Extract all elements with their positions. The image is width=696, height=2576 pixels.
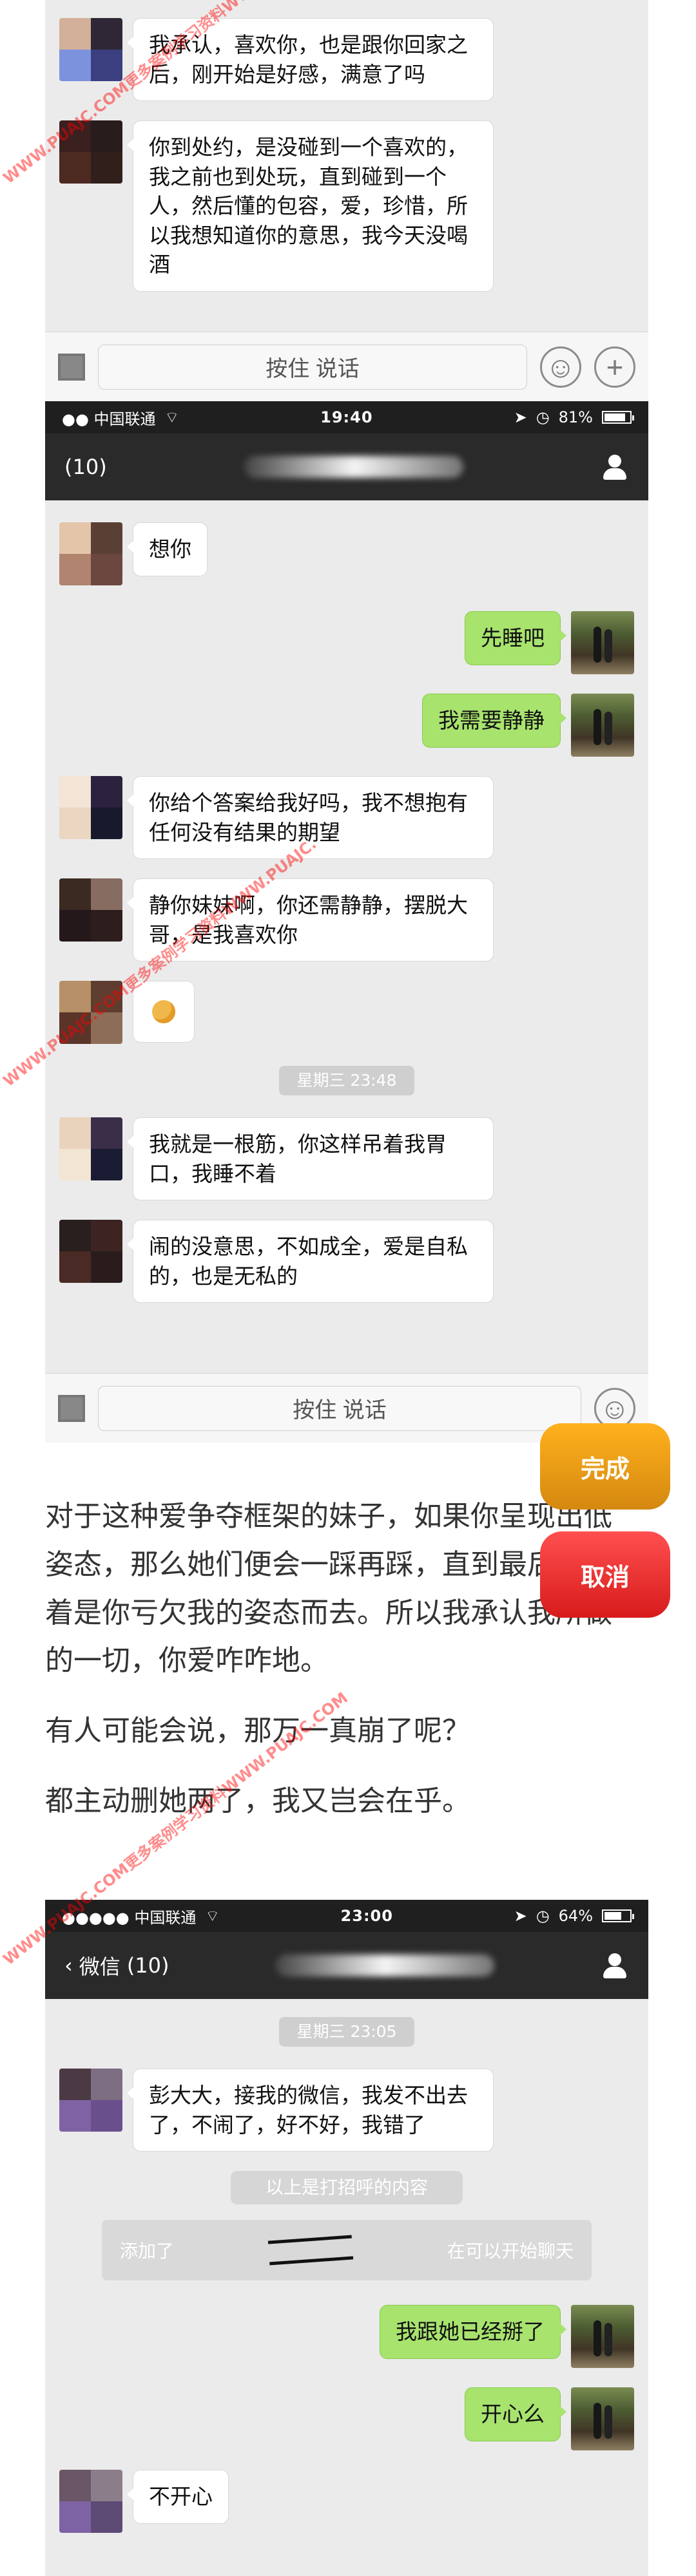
avatar xyxy=(59,522,122,585)
system-status: ➤ ◷ 81% xyxy=(514,408,634,426)
chat-navbar: ‹ 微信 (10) xyxy=(45,1932,648,1999)
chat-title[interactable]: (10) xyxy=(64,455,107,479)
battery-icon xyxy=(602,1909,634,1922)
chat-bubble: 闹的没意思，不如成全，爱是自私的，也是无私的 xyxy=(127,1220,494,1303)
battery-percent: 64% xyxy=(558,1907,593,1925)
plus-icon[interactable]: + xyxy=(594,346,635,388)
chat-bubble: 不开心 xyxy=(127,2470,229,2524)
avatar xyxy=(59,1220,122,1283)
chat-message-row: 我跟她已经掰了 xyxy=(45,2305,648,2369)
chat-message-row: 不开心 xyxy=(45,2470,648,2533)
avatar xyxy=(59,776,122,839)
sticker-bubble xyxy=(133,981,195,1043)
system-message-right: 在可以开始聊天 xyxy=(447,2240,574,2262)
carrier-status: ●● 中国联通 ⌔ xyxy=(62,406,179,429)
chat-screenshot-1: 我承认，喜欢你，也是跟你回家之后，刚开始是好感，满意了吗 你到处约，是没碰到一个… xyxy=(45,0,648,401)
battery-percent: 81% xyxy=(558,408,593,426)
chat-message-row: 开心么 xyxy=(45,2387,648,2451)
chat-bubble: 我需要静静 xyxy=(422,694,566,748)
greeting-note: 以上是打招呼的内容 xyxy=(231,2171,463,2205)
battery-fill xyxy=(604,413,626,421)
done-button[interactable]: 完成 xyxy=(540,1423,670,1510)
carrier-label: ●● 中国联通 xyxy=(62,410,156,428)
alarm-icon: ◷ xyxy=(536,1907,550,1925)
avatar xyxy=(571,611,634,674)
chat-screenshot-2: ●● 中国联通 ⌔ 19:40 ➤ ◷ 81% (10) 想你 先睡吧 我需要静… xyxy=(45,401,648,1443)
status-time: 23:00 xyxy=(340,1907,393,1925)
chat-bubble: 你到处约，是没碰到一个喜欢的，我之前也到处玩，直到碰到一个人，然后懂的包容，爱，… xyxy=(127,120,494,292)
system-message-left: 添加了 xyxy=(120,2240,175,2262)
chat-bubble: 彭大大，接我的微信，我发不出去了，不闹了，好不好，我错了 xyxy=(127,2069,494,2152)
chat-bubble: 先睡吧 xyxy=(465,611,566,665)
avatar xyxy=(59,2470,122,2533)
profile-icon[interactable] xyxy=(601,453,629,481)
avatar xyxy=(571,2305,634,2369)
chat-message-row: 想你 xyxy=(45,522,648,585)
chat-message-row: 我就是一根筋，你这样吊着我胃口，我睡不着 xyxy=(45,1117,648,1201)
scribble-mark xyxy=(267,2235,354,2266)
chat-message-row: 彭大大，接我的微信，我发不出去了，不闹了，好不好，我错了 xyxy=(45,2069,648,2152)
timestamp-badge: 星期三 23:05 xyxy=(279,2017,414,2047)
status-time: 19:40 xyxy=(320,408,373,426)
hold-to-talk-button[interactable]: 按住 说话 xyxy=(98,344,527,390)
input-toolbar: 按住 说话 ☺ + xyxy=(45,332,648,401)
chat-bubble: 想你 xyxy=(127,522,208,576)
chat-message-row: 静你妹妹啊，你还需静静，摆脱大哥，是我喜欢你 xyxy=(45,878,648,962)
avatar xyxy=(59,18,122,81)
cancel-button[interactable]: 取消 xyxy=(540,1531,670,1618)
chat-message-row: 我需要静静 xyxy=(45,694,648,757)
timestamp-badge: 星期三 23:48 xyxy=(279,1066,414,1096)
battery-icon xyxy=(601,411,634,424)
location-icon: ➤ xyxy=(514,408,527,426)
chat-message-row: 你给个答案给我好吗，我不想抱有任何没有结果的期望 xyxy=(45,776,648,860)
avatar xyxy=(571,2387,634,2451)
chat-message-row: 闹的没意思，不如成全，爱是自私的，也是无私的 xyxy=(45,1220,648,1303)
avatar xyxy=(59,878,122,942)
chat-navbar: (10) xyxy=(45,433,648,500)
article-text: 对于这种爱争夺框架的妹子，如果你呈现出低姿态，那么她们便会一踩再踩，直到最后，抱… xyxy=(45,1493,612,1848)
chat-bubble: 我就是一根筋，你这样吊着我胃口，我睡不着 xyxy=(127,1117,494,1201)
status-bar: ●●●●● 中国联通 ⌔ 23:00 ➤ ◷ 64% xyxy=(45,1900,648,1932)
chat-bubble: 开心么 xyxy=(465,2387,566,2441)
chat-screenshot-3: ●●●●● 中国联通 ⌔ 23:00 ➤ ◷ 64% ‹ 微信 (10) 星期三… xyxy=(45,1900,648,2576)
chat-count: (10) xyxy=(126,1953,169,1978)
keyboard-icon[interactable] xyxy=(58,1394,85,1422)
avatar xyxy=(59,1117,122,1181)
avatar xyxy=(571,694,634,757)
avatar xyxy=(59,2069,122,2132)
system-status: ➤ ◷ 64% xyxy=(514,1907,634,1925)
chat-count: (10) xyxy=(64,455,107,479)
blurred-title xyxy=(244,456,463,478)
chat-bubble: 我跟她已经掰了 xyxy=(380,2305,566,2359)
profile-icon[interactable] xyxy=(601,1951,629,1980)
location-icon: ➤ xyxy=(514,1907,527,1925)
chat-message-row: 先睡吧 xyxy=(45,611,648,674)
back-arrow-icon: ‹ xyxy=(64,1953,73,1978)
system-message: 添加了 在可以开始聊天 xyxy=(102,2220,592,2281)
emoji-icon[interactable]: ☺ xyxy=(540,346,581,388)
article-paragraph: 都主动删她两了，我又岂会在乎。 xyxy=(45,1784,470,1817)
back-label: 微信 xyxy=(79,1955,121,1979)
emoji-icon[interactable]: ☺ xyxy=(594,1387,635,1429)
smirk-emoji-icon xyxy=(152,1000,175,1024)
hold-to-talk-button[interactable]: 按住 说话 xyxy=(98,1385,581,1431)
article-paragraph: 对于这种爱争夺框架的妹子，如果你呈现出低姿态，那么她们便会一踩再踩，直到最后，抱… xyxy=(45,1500,612,1678)
keyboard-icon[interactable] xyxy=(58,353,85,381)
chat-message-row: 你到处约，是没碰到一个喜欢的，我之前也到处玩，直到碰到一个人，然后懂的包容，爱，… xyxy=(45,120,648,292)
status-bar: ●● 中国联通 ⌔ 19:40 ➤ ◷ 81% xyxy=(45,401,648,433)
wifi-icon: ⌔ xyxy=(164,408,180,426)
page-root: 我承认，喜欢你，也是跟你回家之后，刚开始是好感，满意了吗 你到处约，是没碰到一个… xyxy=(0,0,696,2576)
battery-fill xyxy=(604,1912,621,1920)
back-button[interactable]: ‹ 微信 (10) xyxy=(64,1951,169,1980)
wifi-icon: ⌔ xyxy=(205,1907,220,1925)
blurred-title xyxy=(275,1955,495,1976)
alarm-icon: ◷ xyxy=(536,408,550,426)
